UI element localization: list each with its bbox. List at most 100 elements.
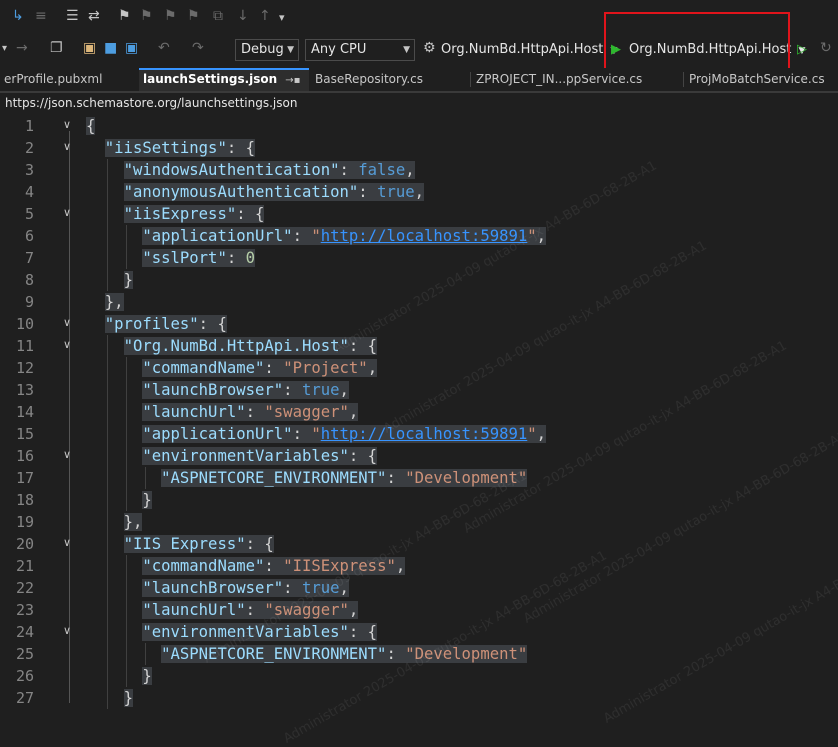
fold-chevron-icon[interactable]: ∨ [63, 338, 71, 351]
chevron-down-icon: ▼ [287, 45, 294, 55]
comment-icon[interactable]: ☰ [66, 8, 79, 24]
open-window-icon[interactable]: ⧉ [213, 8, 223, 24]
fold-chevron-icon[interactable]: ∨ [63, 316, 71, 329]
json-boolean: false [358, 161, 406, 179]
fold-chevron-icon[interactable]: ∨ [63, 118, 71, 131]
columns-icon[interactable]: ≡ [35, 8, 47, 24]
step-into-icon[interactable]: ↳ [12, 8, 24, 24]
selection-highlight: "profiles": { [104, 315, 227, 333]
indent-guide [106, 269, 108, 291]
configuration-select[interactable]: Debug ▼ [235, 39, 299, 61]
document-tabs: erProfile.pubxml launchSettings.json →▪ B… [0, 68, 838, 93]
uncomment-icon[interactable]: ⇄ [88, 8, 100, 24]
line-number: 6 [24, 227, 34, 245]
indent-guide [106, 335, 108, 357]
indent-guide [125, 445, 127, 467]
hot-reload-icon[interactable]: ↻ [820, 40, 832, 56]
tab-publish-profile[interactable]: erProfile.pubxml [0, 68, 140, 91]
json-separator: : [264, 359, 284, 377]
json-url-link[interactable]: http://localhost:59891 [321, 425, 528, 443]
json-separator: : [198, 315, 218, 333]
fold-chevron-icon[interactable]: ∨ [63, 206, 71, 219]
indent-guide [125, 643, 127, 665]
code-line: "windowsAuthentication": false, [86, 159, 415, 181]
json-brace: } [123, 689, 133, 707]
code-line: } [86, 269, 133, 291]
fold-chevron-icon[interactable]: ∨ [63, 448, 71, 461]
tab-label: BaseRepository.cs [315, 72, 423, 86]
line-number: 23 [15, 601, 34, 619]
json-separator: : [226, 139, 246, 157]
new-project-icon[interactable]: ❐ [50, 40, 63, 56]
json-key: "launchBrowser" [142, 579, 284, 597]
dropdown-icon[interactable]: ▾ [2, 41, 7, 57]
json-comma: , [405, 161, 415, 179]
schema-bar[interactable]: https://json.schemastore.org/launchsetti… [0, 93, 838, 113]
next-bookmark-icon[interactable]: ⚑ [164, 8, 177, 24]
line-number: 19 [15, 513, 34, 531]
json-brace: }, [123, 513, 143, 531]
selection-highlight: "launchUrl": "swagger", [142, 601, 359, 619]
undo-icon[interactable]: ↶ [158, 40, 170, 56]
json-key: "applicationUrl" [142, 425, 293, 443]
fold-chevron-icon[interactable]: ∨ [63, 624, 71, 637]
tab-label: ZPROJECT_IN...ppService.cs [476, 72, 643, 86]
line-number: 8 [24, 271, 34, 289]
selection-highlight: "environmentVariables": { [142, 447, 378, 465]
selection-highlight: } [142, 491, 152, 509]
tab-zproject-service[interactable]: ZPROJECT_IN...ppService.cs [472, 68, 686, 91]
gear-icon[interactable]: ⚙ [423, 40, 436, 56]
indent-guide [125, 621, 127, 643]
json-brace: { [255, 205, 265, 223]
forward-icon[interactable]: → [16, 40, 28, 56]
indent-guide [106, 533, 108, 555]
arrow-up-icon[interactable]: ↑ [259, 8, 271, 24]
json-brace: { [367, 447, 378, 465]
fold-chevron-icon[interactable]: ∨ [63, 536, 71, 549]
tab-launch-settings[interactable]: launchSettings.json →▪ [139, 68, 309, 91]
startup-project-label: Org.NumBd.HttpApi.Host [441, 42, 604, 57]
line-number: 15 [15, 425, 34, 443]
json-separator: : [386, 469, 406, 487]
code-line: { [86, 115, 96, 137]
json-url-link[interactable]: http://localhost:59891 [321, 227, 528, 245]
indent-guide [125, 357, 127, 379]
code-line: "applicationUrl": "http://localhost:5989… [86, 423, 547, 445]
indent-guide [106, 379, 108, 401]
json-key: "profiles" [104, 315, 199, 333]
json-key: "anonymousAuthentication" [123, 183, 359, 201]
json-separator: : [348, 447, 368, 465]
code-line: "sslPort": 0 [86, 247, 256, 269]
json-key: "IIS Express" [123, 535, 246, 553]
indent-guide [106, 489, 108, 511]
run-without-debug-icon[interactable]: ▷ [797, 42, 807, 58]
selection-highlight: "launchBrowser": true, [142, 381, 349, 399]
line-number: 27 [15, 689, 34, 707]
json-brace: { [245, 139, 256, 157]
platform-select[interactable]: Any CPU ▼ [305, 39, 415, 61]
json-quote: " [527, 425, 537, 443]
code-line: "anonymousAuthentication": true, [86, 181, 425, 203]
fold-guide [69, 461, 70, 505]
startup-project-select[interactable]: Org.NumBd.HttpApi.Host ▼ [441, 40, 617, 61]
prev-bookmark-icon[interactable]: ⚑ [140, 8, 153, 24]
json-key: "commandName" [142, 359, 265, 377]
indent-guide [125, 555, 127, 577]
line-number: 12 [15, 359, 34, 377]
save-icon[interactable]: ■ [104, 40, 117, 56]
clear-bookmarks-icon[interactable]: ⚑ [187, 8, 200, 24]
json-string: "Project" [283, 359, 368, 377]
pin-icon[interactable]: →▪ [285, 75, 300, 86]
open-folder-icon[interactable]: ▣ [83, 40, 96, 56]
save-all-icon[interactable]: ▣ [125, 40, 138, 56]
tab-base-repository[interactable]: BaseRepository.cs [311, 68, 473, 91]
redo-icon[interactable]: ↷ [192, 40, 204, 56]
arrow-down-icon[interactable]: ↓ [237, 8, 249, 24]
overflow-icon[interactable]: ▾ [279, 10, 285, 26]
fold-chevron-icon[interactable]: ∨ [63, 140, 71, 153]
json-brace: } [123, 271, 133, 289]
tab-projmo-batch-service[interactable]: ProjMoBatchService.cs [685, 68, 838, 91]
selection-highlight: "ASPNETCORE_ENVIRONMENT": "Development" [161, 469, 528, 487]
json-string: "swagger" [264, 403, 349, 421]
bookmark-icon[interactable]: ⚑ [118, 8, 131, 24]
